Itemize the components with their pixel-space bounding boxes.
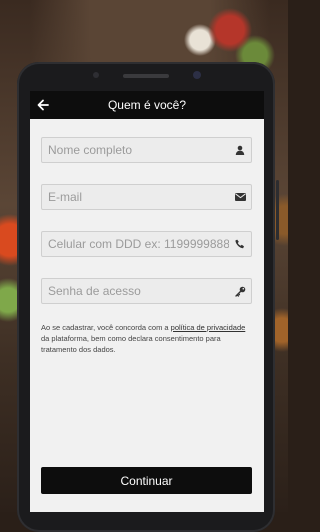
email-field [41, 184, 252, 210]
privacy-policy-link[interactable]: política de privacidade [171, 323, 246, 332]
front-sensor [93, 72, 99, 78]
phone-icon [229, 239, 251, 249]
password-field [41, 278, 252, 304]
app-screen: Quem é você? Ao se cadast [30, 91, 264, 512]
terms-text-after: da plataforma, bem como declara consenti… [41, 334, 221, 354]
earpiece-speaker [123, 74, 169, 78]
page-title: Quem é você? [107, 98, 187, 112]
email-input[interactable] [42, 185, 229, 209]
name-field [41, 137, 252, 163]
password-input[interactable] [42, 279, 229, 303]
user-icon [229, 145, 251, 155]
key-icon [229, 286, 251, 297]
back-arrow-icon[interactable] [36, 98, 50, 112]
phone-input[interactable] [42, 232, 229, 256]
name-input[interactable] [42, 138, 229, 162]
app-header: Quem é você? [30, 91, 264, 119]
terms-text-before: Ao se cadastrar, você concorda com a [41, 323, 171, 332]
side-button [276, 180, 279, 240]
phone-field [41, 231, 252, 257]
continue-button[interactable]: Continuar [41, 467, 252, 494]
privacy-terms-text: Ao se cadastrar, você concorda com a pol… [41, 322, 252, 355]
signup-form: Ao se cadastrar, você concorda com a pol… [30, 119, 264, 355]
front-camera [193, 71, 201, 79]
envelope-icon [229, 193, 251, 201]
